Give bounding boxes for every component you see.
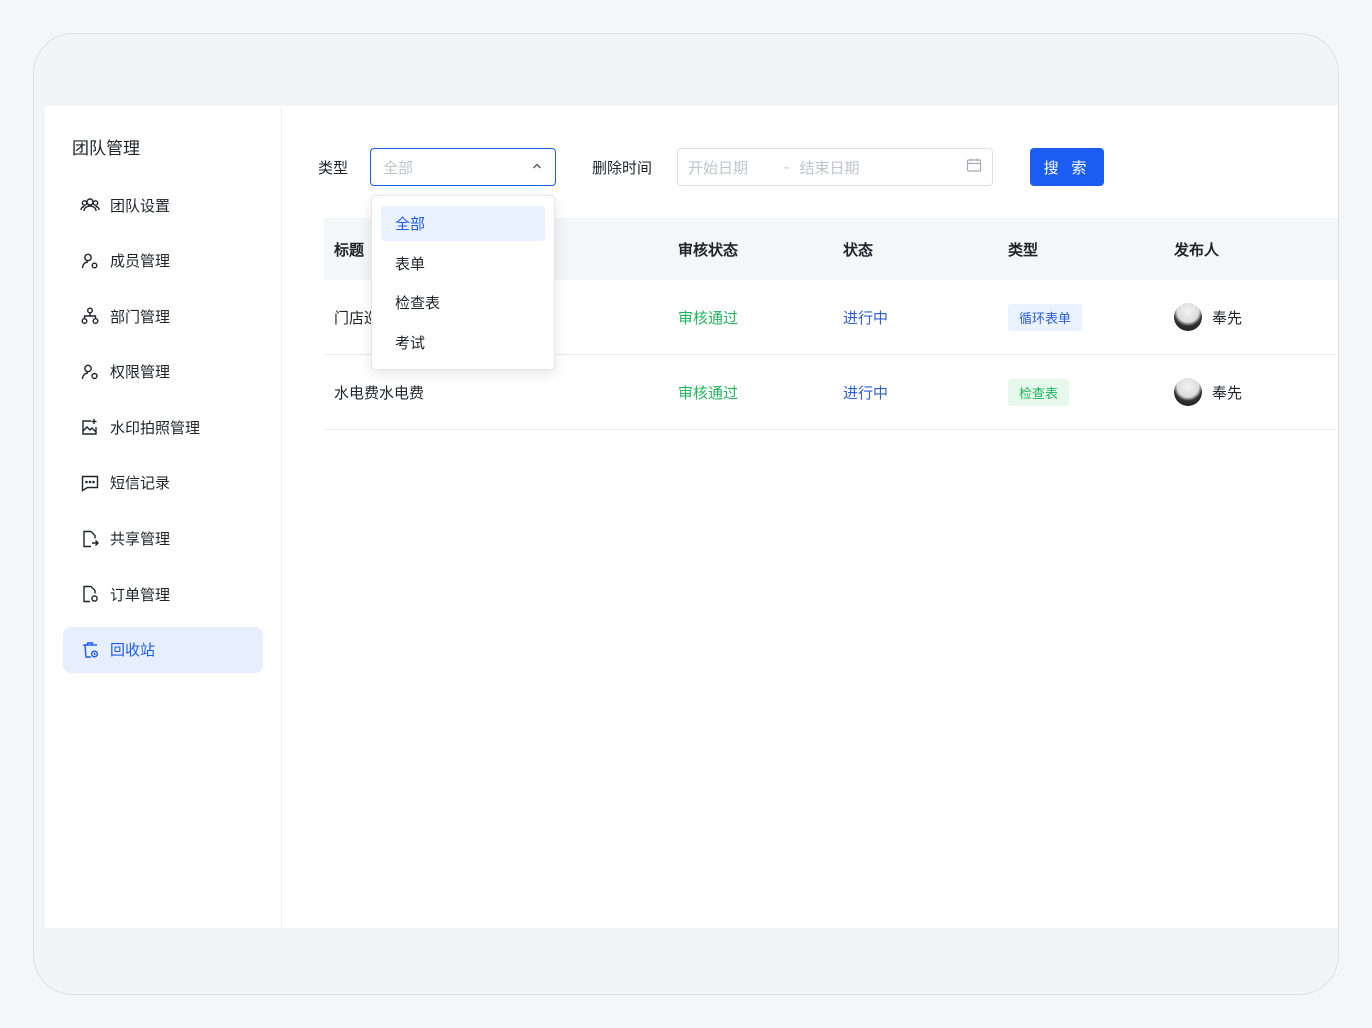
sidebar-item-departments[interactable]: 部门管理 bbox=[63, 293, 263, 339]
type-select-value: 全部 bbox=[383, 158, 414, 177]
member-icon bbox=[80, 251, 100, 271]
end-date-input[interactable]: 结束日期 bbox=[799, 157, 859, 178]
type-tag: 循环表单 bbox=[1008, 303, 1083, 331]
sidebar-title: 团队管理 bbox=[72, 139, 140, 159]
type-filter-label: 类型 bbox=[318, 159, 349, 177]
sidebar-menu: 团队设置 成员管理 部门管理 权限管理 水印拍照管理 短信记录 共享管理 订单管… bbox=[63, 182, 263, 682]
column-header-status: 状态 bbox=[843, 240, 874, 259]
search-button[interactable]: 搜 索 bbox=[1030, 148, 1104, 186]
order-icon bbox=[80, 584, 100, 604]
column-header-audit-status: 审核状态 bbox=[678, 240, 739, 259]
main-content: 类型 全部 删除时间 开始日期 - 结束日期 搜 索 标题 审核状态 状态 类型… bbox=[282, 106, 1338, 928]
recycle-bin-icon bbox=[80, 640, 100, 660]
dropdown-option-exam[interactable]: 考试 bbox=[381, 325, 545, 360]
dropdown-option-checklist[interactable]: 检查表 bbox=[381, 285, 545, 320]
chevron-up-icon bbox=[531, 158, 543, 176]
row-publisher: 奉先 bbox=[1164, 378, 1338, 406]
calendar-icon bbox=[966, 157, 982, 177]
watermark-photo-icon bbox=[80, 417, 100, 437]
dropdown-option-form[interactable]: 表单 bbox=[381, 246, 545, 281]
sidebar-item-recycle-bin[interactable]: 回收站 bbox=[63, 626, 263, 673]
avatar bbox=[1174, 303, 1202, 331]
sidebar-item-label: 团队设置 bbox=[110, 196, 171, 215]
column-header-publisher: 发布人 bbox=[1174, 240, 1220, 259]
sidebar-item-label: 部门管理 bbox=[110, 307, 171, 326]
delete-date-range-picker[interactable]: 开始日期 - 结束日期 bbox=[677, 148, 993, 186]
sidebar-item-label: 成员管理 bbox=[110, 252, 171, 271]
sidebar: 团队管理 团队设置 成员管理 部门管理 权限管理 水印拍照管理 短信记录 共享管… bbox=[45, 106, 282, 928]
publisher-name: 奉先 bbox=[1212, 383, 1243, 402]
type-select[interactable]: 全部 bbox=[370, 148, 556, 186]
type-dropdown-menu: 全部 表单 检查表 考试 bbox=[371, 195, 555, 370]
permission-icon bbox=[80, 362, 100, 382]
sidebar-item-orders[interactable]: 订单管理 bbox=[63, 571, 263, 617]
sidebar-item-sms[interactable]: 短信记录 bbox=[63, 460, 263, 506]
sidebar-item-label: 订单管理 bbox=[110, 585, 171, 604]
row-title: 水电费水电费 bbox=[334, 383, 425, 402]
sms-icon bbox=[80, 473, 100, 493]
row-status: 进行中 bbox=[843, 308, 889, 327]
sidebar-item-permissions[interactable]: 权限管理 bbox=[63, 349, 263, 395]
sidebar-item-team-settings[interactable]: 团队设置 bbox=[63, 182, 263, 228]
date-range-separator: - bbox=[784, 158, 790, 176]
share-icon bbox=[80, 529, 100, 549]
sidebar-item-label: 权限管理 bbox=[110, 363, 171, 382]
device-frame: 团队管理 团队设置 成员管理 部门管理 权限管理 水印拍照管理 短信记录 共享管… bbox=[33, 33, 1339, 995]
publisher-name: 奉先 bbox=[1212, 308, 1243, 327]
start-date-input[interactable]: 开始日期 bbox=[688, 157, 748, 178]
row-publisher: 奉先 bbox=[1164, 303, 1338, 331]
dropdown-option-all[interactable]: 全部 bbox=[381, 206, 545, 241]
column-header-type: 类型 bbox=[1008, 240, 1039, 259]
sidebar-item-watermark-photo[interactable]: 水印拍照管理 bbox=[63, 404, 263, 450]
sidebar-item-label: 短信记录 bbox=[110, 474, 171, 493]
sidebar-item-sharing[interactable]: 共享管理 bbox=[63, 516, 263, 562]
sidebar-item-label: 共享管理 bbox=[110, 530, 171, 549]
department-icon bbox=[80, 306, 100, 326]
delete-time-label: 删除时间 bbox=[592, 159, 653, 177]
row-status: 进行中 bbox=[843, 383, 889, 402]
row-type-cell: 循环表单 bbox=[998, 303, 1164, 331]
sidebar-item-label: 回收站 bbox=[110, 641, 156, 660]
type-tag: 检查表 bbox=[1008, 378, 1070, 406]
team-icon bbox=[80, 195, 100, 215]
row-audit-status: 审核通过 bbox=[678, 308, 739, 327]
sidebar-item-label: 水印拍照管理 bbox=[110, 418, 201, 437]
app-window: 团队管理 团队设置 成员管理 部门管理 权限管理 水印拍照管理 短信记录 共享管… bbox=[45, 106, 1338, 928]
row-audit-status: 审核通过 bbox=[678, 383, 739, 402]
row-type-cell: 检查表 bbox=[998, 378, 1164, 406]
sidebar-item-members[interactable]: 成员管理 bbox=[63, 238, 263, 284]
avatar bbox=[1174, 378, 1202, 406]
